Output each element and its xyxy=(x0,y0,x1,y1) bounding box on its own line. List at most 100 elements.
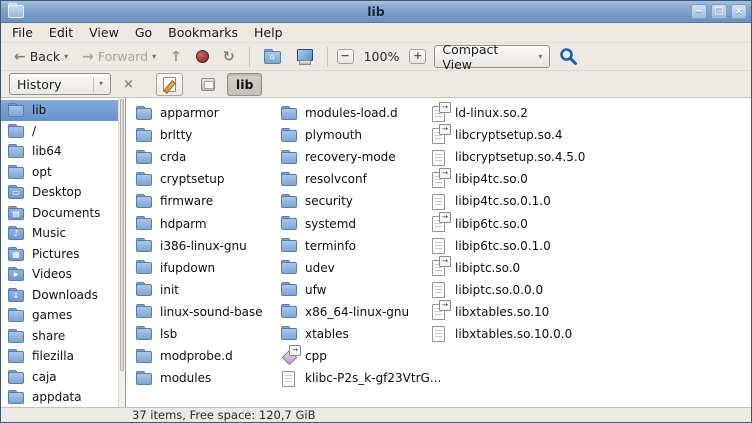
sidebar-item-label: Downloads xyxy=(32,288,98,302)
file-item[interactable]: modprobe.d xyxy=(136,345,278,367)
zoom-out-button[interactable]: − xyxy=(337,49,354,64)
folder-icon xyxy=(8,206,25,220)
sidebar-item[interactable]: Downloads xyxy=(1,285,125,306)
home-button[interactable] xyxy=(259,48,286,66)
file-name: recovery-mode xyxy=(305,150,396,164)
folder-icon xyxy=(8,329,25,343)
sidebar-item-label: games xyxy=(32,308,72,322)
file-item[interactable]: brltty xyxy=(136,124,278,146)
menu-item[interactable]: Go xyxy=(128,24,159,41)
file-item[interactable]: libip4tc.so.0 xyxy=(431,168,661,190)
file-item[interactable]: i386-linux-gnu xyxy=(136,235,278,257)
file-item[interactable]: klibc-P2s_k-gf23VtrG... xyxy=(281,367,429,389)
file-name: libiptc.so.0 xyxy=(455,261,520,275)
sidebar-item[interactable]: / xyxy=(1,121,125,142)
search-button[interactable] xyxy=(554,45,583,68)
maximize-button[interactable]: □ xyxy=(711,4,727,19)
chevron-down-icon: ▾ xyxy=(64,53,68,61)
file-icon xyxy=(281,282,298,297)
file-item[interactable]: ld-linux.so.2 xyxy=(431,102,661,124)
file-column-1: apparmor brltty crda cryptsetup xyxy=(136,102,278,389)
file-item[interactable]: x86_64-linux-gnu xyxy=(281,301,429,323)
file-item[interactable]: init xyxy=(136,279,278,301)
file-item[interactable]: ifupdown xyxy=(136,257,278,279)
sidebar-item[interactable]: lib xyxy=(1,100,125,121)
file-item[interactable]: libxtables.so.10 xyxy=(431,301,661,323)
file-item[interactable]: ufw xyxy=(281,279,429,301)
file-item[interactable]: cpp xyxy=(281,345,429,367)
folder-icon xyxy=(8,124,25,138)
sidebar-item[interactable]: Documents xyxy=(1,203,125,224)
edit-path-button[interactable] xyxy=(156,73,183,96)
file-column-2: modules-load.d plymouth recovery-mode xyxy=(281,102,429,389)
file-item[interactable]: libip6tc.so.0 xyxy=(431,212,661,234)
file-item[interactable]: linux-sound-base xyxy=(136,301,278,323)
file-item[interactable]: firmware xyxy=(136,190,278,212)
file-item[interactable]: plymouth xyxy=(281,124,429,146)
menu-item[interactable]: File xyxy=(5,24,40,41)
file-item[interactable]: libip4tc.so.0.1.0 xyxy=(431,190,661,212)
menu-item[interactable]: Edit xyxy=(42,24,80,41)
sidebar-scrollbar-thumb[interactable] xyxy=(120,99,124,371)
file-item[interactable]: modules xyxy=(136,367,278,389)
file-item[interactable]: libxtables.so.10.0.0 xyxy=(431,323,661,345)
file-item[interactable]: libiptc.so.0.0.0 xyxy=(431,279,661,301)
file-item[interactable]: lsb xyxy=(136,323,278,345)
sidebar-item-label: Documents xyxy=(32,206,100,220)
file-item[interactable]: libcryptsetup.so.4.5.0 xyxy=(431,146,661,168)
file-item[interactable]: libcryptsetup.so.4 xyxy=(431,124,661,146)
sidebar-item[interactable]: appdata xyxy=(1,387,125,407)
computer-button[interactable] xyxy=(290,47,318,67)
edit-pencil-icon xyxy=(163,77,176,92)
file-item[interactable]: terminfo xyxy=(281,235,429,257)
sidebar-item[interactable]: filezilla xyxy=(1,346,125,367)
clear-history-button[interactable]: × xyxy=(117,77,140,92)
file-item[interactable]: xtables xyxy=(281,323,429,345)
up-button[interactable]: ↑ xyxy=(165,48,187,66)
sidebar-item[interactable]: caja xyxy=(1,367,125,388)
sidebar-item[interactable]: lib64 xyxy=(1,141,125,162)
forward-button[interactable]: → Forward ▾ xyxy=(77,47,161,66)
minimize-button[interactable]: − xyxy=(691,4,707,19)
file-item[interactable]: libiptc.so.0 xyxy=(431,257,661,279)
sidebar-item-label: / xyxy=(32,124,36,138)
file-icon xyxy=(136,304,153,319)
root-path-button[interactable] xyxy=(195,73,221,96)
menu-item[interactable]: View xyxy=(82,24,126,41)
back-icon: ← xyxy=(14,50,26,64)
file-item[interactable]: crda xyxy=(136,146,278,168)
back-button[interactable]: ← Back ▾ xyxy=(9,47,73,66)
menu-item[interactable]: Help xyxy=(247,24,290,41)
sidebar-item[interactable]: games xyxy=(1,305,125,326)
file-item[interactable]: hdparm xyxy=(136,212,278,234)
sidebar-item[interactable]: Music xyxy=(1,223,125,244)
stop-button[interactable] xyxy=(191,48,214,65)
toolbar: ← Back ▾ → Forward ▾ ↑ ↻ − 100% + Compa xyxy=(1,43,751,71)
history-select[interactable]: History ▾ xyxy=(9,73,111,95)
sidebar-item[interactable]: Videos xyxy=(1,264,125,285)
close-button[interactable]: × xyxy=(731,4,747,19)
file-item[interactable]: modules-load.d xyxy=(281,102,429,124)
sidebar-item[interactable]: opt xyxy=(1,162,125,183)
file-item[interactable]: udev xyxy=(281,257,429,279)
file-item[interactable]: apparmor xyxy=(136,102,278,124)
sidebar-item[interactable]: Pictures xyxy=(1,244,125,265)
current-folder-button[interactable]: lib xyxy=(227,73,263,96)
zoom-in-button[interactable]: + xyxy=(409,49,426,64)
search-icon xyxy=(559,47,578,66)
sidebar-scrollbar[interactable] xyxy=(118,98,125,407)
sidebar-item[interactable]: Desktop xyxy=(1,182,125,203)
file-item[interactable]: security xyxy=(281,190,429,212)
file-item[interactable]: resolvconf xyxy=(281,168,429,190)
file-item[interactable]: systemd xyxy=(281,212,429,234)
menu-item[interactable]: Bookmarks xyxy=(161,24,245,41)
file-item[interactable]: cryptsetup xyxy=(136,168,278,190)
reload-button[interactable]: ↻ xyxy=(218,48,240,66)
sidebar-item[interactable]: share xyxy=(1,326,125,347)
sidebar-item-label: filezilla xyxy=(32,349,74,363)
file-name: apparmor xyxy=(160,106,219,120)
view-mode-select[interactable]: Compact View ▾ xyxy=(434,45,550,68)
file-item[interactable]: recovery-mode xyxy=(281,146,429,168)
file-item[interactable]: libip6tc.so.0.1.0 xyxy=(431,235,661,257)
sidebar-item-label: lib64 xyxy=(32,144,62,158)
